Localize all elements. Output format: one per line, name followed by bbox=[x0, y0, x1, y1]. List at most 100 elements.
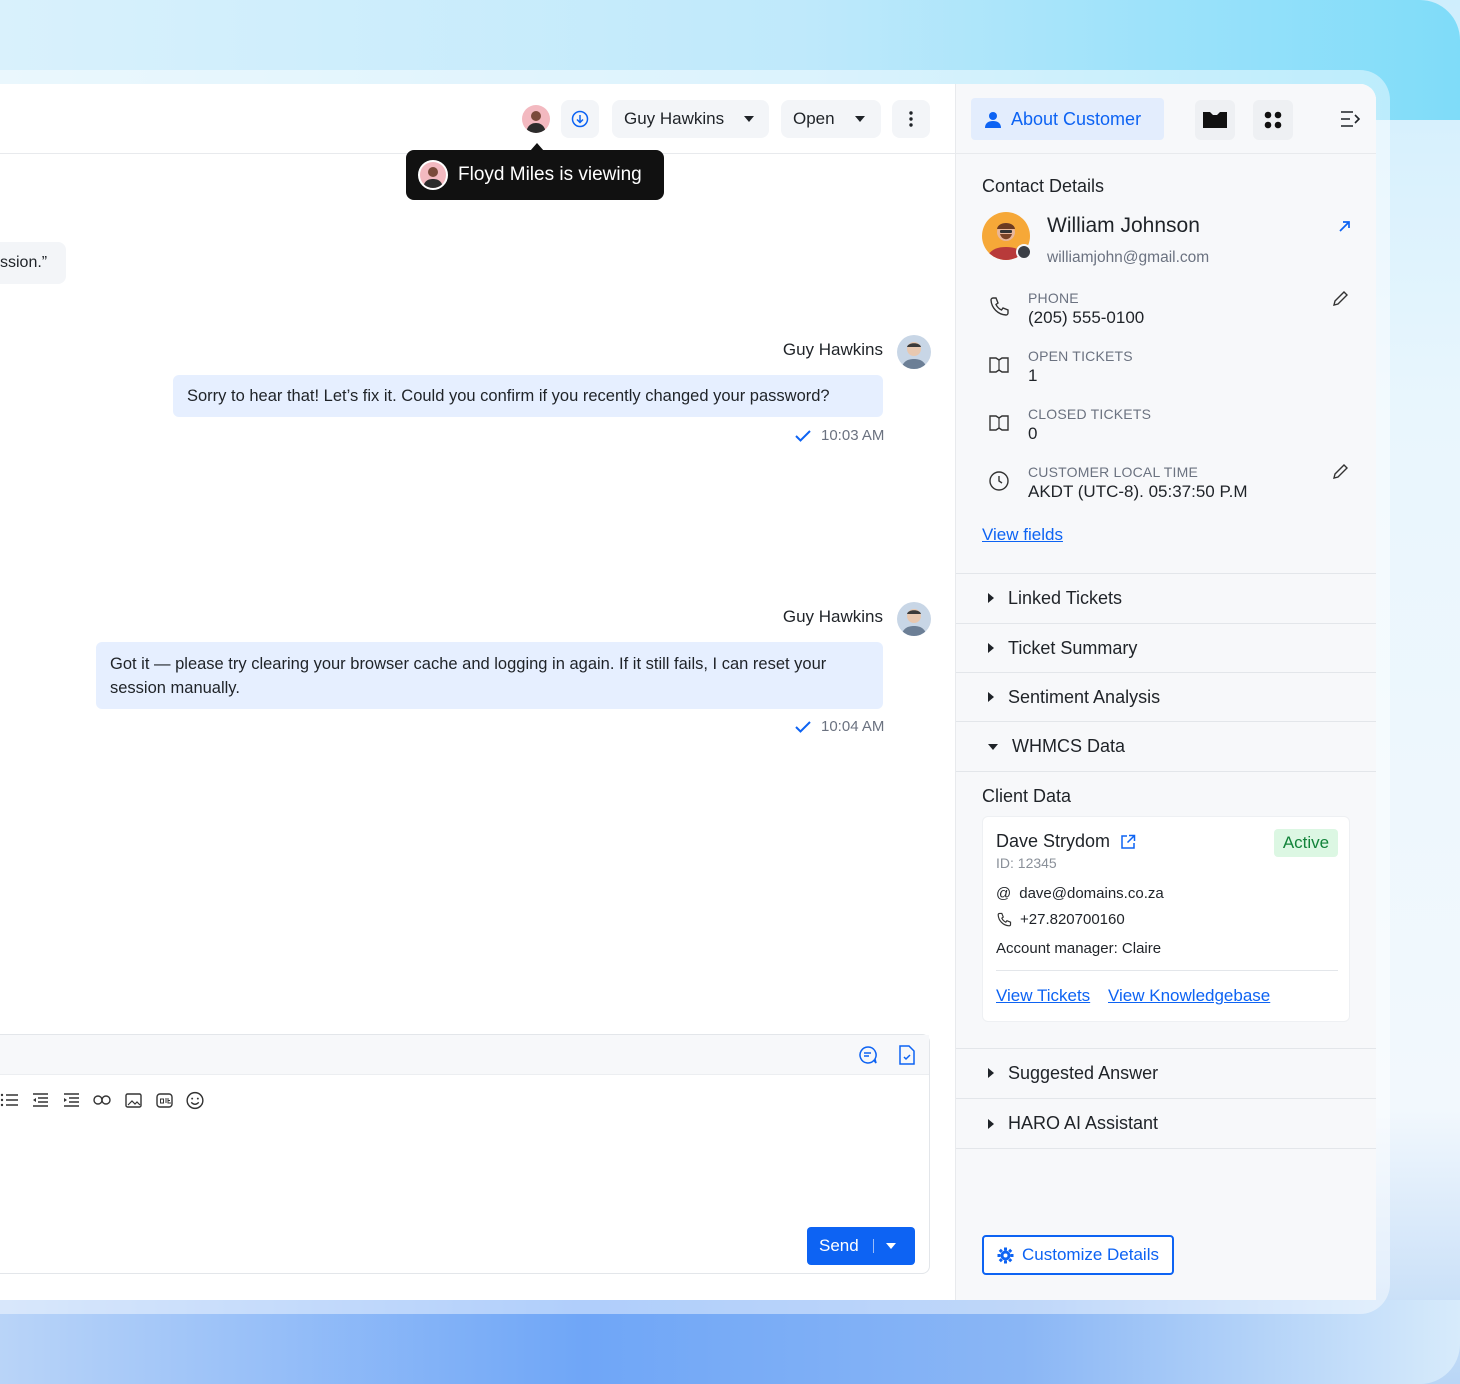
kebab-icon bbox=[909, 111, 913, 127]
client-phone: +27.820700160 bbox=[1020, 911, 1125, 928]
status-value: Open bbox=[793, 109, 835, 128]
view-fields-link[interactable]: View fields bbox=[982, 525, 1063, 545]
caret-right-icon bbox=[988, 1068, 994, 1078]
caret-down-icon bbox=[988, 743, 998, 750]
agent-avatar bbox=[897, 335, 931, 369]
viewer-tooltip: Floyd Miles is viewing bbox=[406, 143, 664, 200]
message-timestamp: 10:04 AM bbox=[795, 718, 884, 735]
client-phone-row: +27.820700160 bbox=[996, 911, 1125, 928]
accordion-ticket-summary[interactable]: Ticket Summary bbox=[956, 623, 1376, 672]
client-name: Dave Strydom bbox=[996, 831, 1111, 851]
image-icon[interactable] bbox=[124, 1091, 142, 1109]
viewer-tooltip-avatar bbox=[418, 160, 448, 190]
accordion-label: HARO AI Assistant bbox=[1008, 1113, 1159, 1133]
caret-right-icon bbox=[988, 593, 994, 603]
customer-panel: About Customer Contact Details William J… bbox=[955, 84, 1376, 1300]
tab-tickets[interactable] bbox=[1195, 100, 1235, 140]
accordion-label: Linked Tickets bbox=[1008, 587, 1123, 608]
panel-tabs: About Customer bbox=[956, 84, 1376, 154]
view-tickets-link[interactable]: View Tickets bbox=[996, 986, 1090, 1006]
client-name-row: Dave Strydom bbox=[996, 831, 1136, 852]
tab-about-customer-label: About Customer bbox=[1011, 108, 1142, 129]
gif-icon[interactable] bbox=[155, 1091, 173, 1109]
local-time-label: CUSTOMER LOCAL TIME bbox=[1028, 464, 1199, 480]
phone-icon bbox=[997, 912, 1012, 926]
contact-details-title: Contact Details bbox=[982, 176, 1105, 196]
accordion-sentiment-analysis[interactable]: Sentiment Analysis bbox=[956, 672, 1376, 721]
at-icon: @ bbox=[996, 885, 1012, 902]
message-time: 10:03 AM bbox=[821, 427, 885, 444]
template-icon[interactable] bbox=[898, 1045, 916, 1065]
caret-right-icon bbox=[988, 643, 994, 653]
message-timestamp: 10:03 AM bbox=[795, 427, 884, 444]
apps-grid-icon bbox=[1264, 111, 1282, 129]
customize-details-button[interactable]: Customize Details bbox=[982, 1235, 1174, 1275]
ai-chat-icon[interactable] bbox=[858, 1045, 878, 1065]
chevron-down-icon bbox=[854, 116, 865, 122]
send-button[interactable]: Send bbox=[807, 1227, 915, 1265]
formatting-toolbar bbox=[0, 1091, 204, 1109]
accordion-linked-tickets[interactable]: Linked Tickets bbox=[956, 573, 1376, 622]
composer-header bbox=[0, 1035, 929, 1075]
check-icon bbox=[795, 720, 811, 733]
chevron-down-icon bbox=[744, 116, 755, 122]
indent-decrease-icon[interactable] bbox=[31, 1091, 49, 1109]
message-bubble: Sorry to hear that! Let’s fix it. Could … bbox=[173, 375, 883, 417]
helpdesk-app: Guy Hawkins Open Floyd Miles is viewing … bbox=[0, 84, 1376, 1300]
client-manager: Account manager: Claire bbox=[996, 940, 1162, 957]
viewer-avatar[interactable] bbox=[522, 105, 550, 133]
open-tickets-label: OPEN TICKETS bbox=[1028, 348, 1133, 364]
previous-message-fragment: ssion.” bbox=[0, 242, 66, 284]
accordion-label: WHMCS Data bbox=[1012, 736, 1126, 756]
open-tickets-value: 1 bbox=[1028, 366, 1038, 385]
closed-tickets-label: CLOSED TICKETS bbox=[1028, 406, 1152, 422]
check-icon bbox=[795, 429, 811, 442]
phone-value: (205) 555-0100 bbox=[1028, 308, 1145, 327]
ticket-toolbar: Guy Hawkins Open bbox=[0, 84, 955, 154]
send-divider bbox=[872, 1239, 874, 1253]
phone-icon bbox=[990, 297, 1009, 316]
accordion-suggested-answer[interactable]: Suggested Answer bbox=[956, 1048, 1376, 1097]
ticket-outline-icon bbox=[989, 415, 1009, 431]
customer-name: William Johnson bbox=[1047, 214, 1200, 237]
assignee-dropdown[interactable]: Guy Hawkins bbox=[612, 100, 769, 138]
message-sender: Guy Hawkins bbox=[782, 607, 883, 626]
download-icon bbox=[571, 110, 589, 128]
edit-icon[interactable] bbox=[1332, 290, 1349, 307]
client-email-row: @ dave@domains.co.za bbox=[996, 885, 1164, 902]
ticket-icon bbox=[1203, 112, 1227, 128]
edit-icon[interactable] bbox=[1332, 463, 1349, 480]
chevron-down-icon[interactable] bbox=[885, 1243, 896, 1249]
caret-right-icon bbox=[988, 1118, 994, 1129]
external-link-icon[interactable] bbox=[1120, 834, 1136, 850]
tab-apps[interactable] bbox=[1253, 100, 1293, 140]
send-label: Send bbox=[819, 1236, 859, 1255]
accordion-whmcs-data[interactable]: WHMCS Data bbox=[956, 721, 1376, 772]
agent-avatar bbox=[897, 602, 931, 636]
emoji-icon[interactable] bbox=[186, 1091, 204, 1109]
view-knowledgebase-link[interactable]: View Knowledgebase bbox=[1108, 986, 1270, 1006]
bullet-list-icon[interactable] bbox=[0, 1091, 18, 1109]
assignee-value: Guy Hawkins bbox=[624, 109, 725, 128]
status-dropdown[interactable]: Open bbox=[781, 100, 881, 138]
indent-increase-icon[interactable] bbox=[62, 1091, 80, 1109]
client-card: Dave Strydom Active ID: 12345 @ dave@dom… bbox=[982, 816, 1350, 1022]
tab-about-customer[interactable]: About Customer bbox=[971, 98, 1164, 140]
client-divider bbox=[996, 970, 1338, 971]
client-email: dave@domains.co.za bbox=[1019, 885, 1164, 902]
closed-tickets-value: 0 bbox=[1028, 424, 1038, 443]
reply-composer: Send bbox=[0, 1034, 930, 1274]
download-button[interactable] bbox=[561, 100, 599, 138]
client-status-badge: Active bbox=[1274, 829, 1338, 857]
link-icon[interactable] bbox=[93, 1091, 111, 1109]
more-options-button[interactable] bbox=[892, 100, 930, 138]
customer-email: williamjohn@gmail.com bbox=[1047, 249, 1210, 266]
caret-right-icon bbox=[988, 692, 994, 702]
accordion-label: Suggested Answer bbox=[1008, 1062, 1159, 1083]
message-sender: Guy Hawkins bbox=[782, 340, 883, 359]
collapse-panel-icon[interactable] bbox=[1340, 110, 1360, 128]
external-link-icon[interactable] bbox=[1338, 220, 1351, 233]
accordion-label: Sentiment Analysis bbox=[1008, 686, 1161, 707]
phone-label: PHONE bbox=[1028, 290, 1079, 306]
accordion-haro-ai-assistant[interactable]: HARO AI Assistant bbox=[956, 1098, 1376, 1149]
